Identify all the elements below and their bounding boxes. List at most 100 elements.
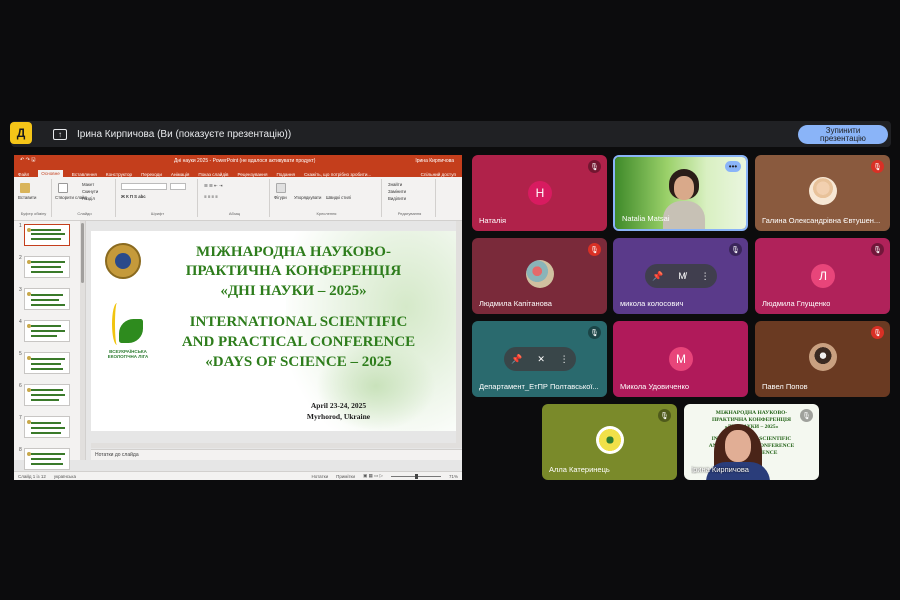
slide-thumbnail[interactable] xyxy=(24,416,70,438)
slide-date: April 23-24, 2025 xyxy=(310,401,367,410)
font-name-field[interactable] xyxy=(121,183,167,190)
participant-tile[interactable]: Н 🎙 Наталія xyxy=(472,155,607,231)
current-slide[interactable]: ВСЕУКРАЇНСЬКА ЕКОЛОГІЧНА ЛІГА МІЖНАРОДНА… xyxy=(91,231,456,431)
mic-off-icon: 🎙 xyxy=(800,409,813,422)
paste-button[interactable]: Вставити xyxy=(18,195,36,200)
participant-name: Микола Удовиченко xyxy=(620,382,690,391)
thumbnail-row[interactable]: 1 xyxy=(14,221,86,248)
thumbnails-scrollbar[interactable] xyxy=(80,221,85,460)
find-button[interactable]: Знайти xyxy=(388,182,402,187)
align-buttons[interactable]: ≡ ≡ ≡ ≡ xyxy=(204,194,218,199)
layout-button[interactable]: Макет xyxy=(82,182,94,187)
tab-home[interactable]: Основне xyxy=(38,170,63,177)
mic-off-icon: 🎙 xyxy=(658,409,671,422)
thumbnail-row[interactable]: 2 xyxy=(14,253,86,280)
drawing-label: Креслення xyxy=(316,211,337,216)
zoom-slider[interactable] xyxy=(390,473,441,479)
language-indicator[interactable]: українська xyxy=(54,474,76,479)
zoom-level[interactable]: 71% xyxy=(449,474,458,479)
meet-window: Д ↑ Ірина Кирпичова (Ви (показуєте презе… xyxy=(0,0,900,600)
thumbnail-row[interactable]: 5 xyxy=(14,349,86,376)
slide-thumbnail[interactable] xyxy=(24,320,70,342)
more-vert-icon[interactable]: ••• xyxy=(725,161,741,172)
mic-off-icon: 🎙 xyxy=(871,160,884,173)
drawing-group: Фігури Упорядкувати Швидкі стилі Креслен… xyxy=(272,179,382,217)
shapes-icon[interactable] xyxy=(276,183,286,193)
thumbnail-row[interactable]: 4 xyxy=(14,317,86,344)
arrange-button[interactable]: Упорядкувати xyxy=(294,195,321,200)
mic-off-icon: 🎙 xyxy=(729,243,742,256)
reset-button[interactable]: Скинути xyxy=(82,189,98,194)
bullets-button[interactable]: ☰ ☰ ⇤ ⇥ xyxy=(204,183,223,189)
thumbnail-number: 8 xyxy=(19,447,22,453)
slide-notes-area[interactable]: Нотатки до слайда xyxy=(91,449,462,460)
thumbnail-number: 6 xyxy=(19,383,22,389)
slide-thumbnail[interactable] xyxy=(24,352,70,374)
thumbnail-number: 1 xyxy=(19,223,22,229)
pin-icon[interactable]: 📌 xyxy=(652,271,663,282)
notes-toggle[interactable]: Нотатки xyxy=(312,474,329,479)
shapes-button[interactable]: Фігури xyxy=(274,195,287,200)
participant-tile[interactable]: 🎙 Павел Попов xyxy=(755,321,890,397)
mute-participant-icon[interactable]: ✕ xyxy=(537,354,545,365)
slide-thumbnail[interactable] xyxy=(24,224,70,246)
self-view-tile[interactable]: МІЖНАРОДНА НАУКОВО- ПРАКТИЧНА КОНФЕРЕНЦІ… xyxy=(684,404,819,480)
participant-tile[interactable]: 📌 ✕ ⋮ 🎙 Департамент_ЕтПР Полтавської... xyxy=(472,321,607,397)
app-logo-icon[interactable]: Д xyxy=(10,122,32,144)
replace-button[interactable]: Замінити xyxy=(388,189,406,194)
normal-view-icon[interactable]: ▣ ▦ ▭ ▷ xyxy=(363,473,383,479)
more-vert-icon[interactable]: ⋮ xyxy=(701,271,710,282)
new-slide-icon[interactable] xyxy=(58,183,68,193)
comments-toggle[interactable]: Примітки xyxy=(336,474,355,479)
mic-off-icon: 🎙 xyxy=(588,326,601,339)
paragraph-group: ☰ ☰ ⇤ ⇥ ≡ ≡ ≡ ≡ Абзац xyxy=(200,179,270,217)
slide-vertical-scrollbar[interactable] xyxy=(456,221,462,448)
mute-participant-icon[interactable]: M̸ xyxy=(678,271,686,281)
slide-thumbnail[interactable] xyxy=(24,288,70,310)
stop-presenting-button[interactable]: Зупинити презентацію xyxy=(798,125,888,144)
pin-icon[interactable]: 📌 xyxy=(511,354,522,365)
presenting-status-text: Ірина Кирпичова (Ви (показуєте презентац… xyxy=(77,128,292,140)
bold-button[interactable]: Ж К П S abc xyxy=(121,194,146,199)
participant-tile[interactable]: 🎙 Людмила Капітанова xyxy=(472,238,607,314)
thumbnail-number: 2 xyxy=(19,255,22,261)
self-video-face xyxy=(725,430,751,462)
participant-tile[interactable]: Л 🎙 Людмила Глущенко xyxy=(755,238,890,314)
slide-horizontal-scrollbar[interactable] xyxy=(91,443,456,448)
slide-thumbnail[interactable] xyxy=(24,256,70,278)
ppt-workspace: 1 2 3 4 5 6 7 8 ВСЕУКРАЇНСЬКА ЕКОЛОГІЧНА… xyxy=(14,221,462,480)
slide-thumbnail[interactable] xyxy=(24,448,70,470)
font-size-field[interactable] xyxy=(170,183,186,190)
slide-place: Myrhorod, Ukraine xyxy=(306,412,371,421)
avatar: Л xyxy=(811,264,835,288)
participant-tile[interactable]: ••• Natalia Matsai xyxy=(613,155,748,231)
participant-tile[interactable]: 🎙 Галина Олександрівна Євтушен... xyxy=(755,155,890,231)
ppt-window-title: Дні науки 2025 - PowerPoint (не вдалося … xyxy=(174,158,316,164)
participant-tile[interactable]: 🎙 Алла Катеринець xyxy=(542,404,677,480)
participant-tile[interactable]: М Микола Удовиченко xyxy=(613,321,748,397)
ppt-status-bar: Слайд 1 із 12 українська Нотатки Примітк… xyxy=(14,471,462,480)
participant-tile[interactable]: 📌 M̸ ⋮ 🎙 микола колосович xyxy=(613,238,748,314)
select-button[interactable]: Виділити xyxy=(388,196,406,201)
mini-slide-line-2: ПРАКТИЧНА КОНФЕРЕНЦІЯ xyxy=(712,417,791,423)
slide-thumbnail[interactable] xyxy=(24,384,70,406)
slide-title-line-1: МІЖНАРОДНА НАУКОВО- xyxy=(196,244,391,260)
avatar: М xyxy=(669,347,693,371)
mic-off-icon: 🎙 xyxy=(588,243,601,256)
thumbnail-row[interactable]: 3 xyxy=(14,285,86,312)
shared-screen-powerpoint: ↶ ↷ 🖫 Дні науки 2025 - PowerPoint (не вд… xyxy=(14,155,462,480)
thumbnail-row[interactable]: 8 xyxy=(14,445,86,472)
tile-hover-controls: 📌 M̸ ⋮ xyxy=(645,264,717,288)
thumbnail-row[interactable]: 7 xyxy=(14,413,86,440)
avatar xyxy=(596,426,624,454)
slide-title-line-6: «DAYS OF SCIENCE – 2025 xyxy=(205,354,392,370)
thumbnail-row[interactable]: 6 xyxy=(14,381,86,408)
quick-styles-button[interactable]: Швидкі стилі xyxy=(326,195,351,200)
mini-slide-line-1: МІЖНАРОДНА НАУКОВО- xyxy=(715,410,788,416)
paste-icon[interactable] xyxy=(20,183,30,193)
quick-access-toolbar[interactable]: ↶ ↷ 🖫 xyxy=(20,157,35,165)
more-vert-icon[interactable]: ⋮ xyxy=(560,354,569,365)
participant-name: Людмила Капітанова xyxy=(479,299,552,308)
section-button[interactable]: Розділ xyxy=(82,196,95,201)
editing-label: Редагування xyxy=(397,211,422,216)
